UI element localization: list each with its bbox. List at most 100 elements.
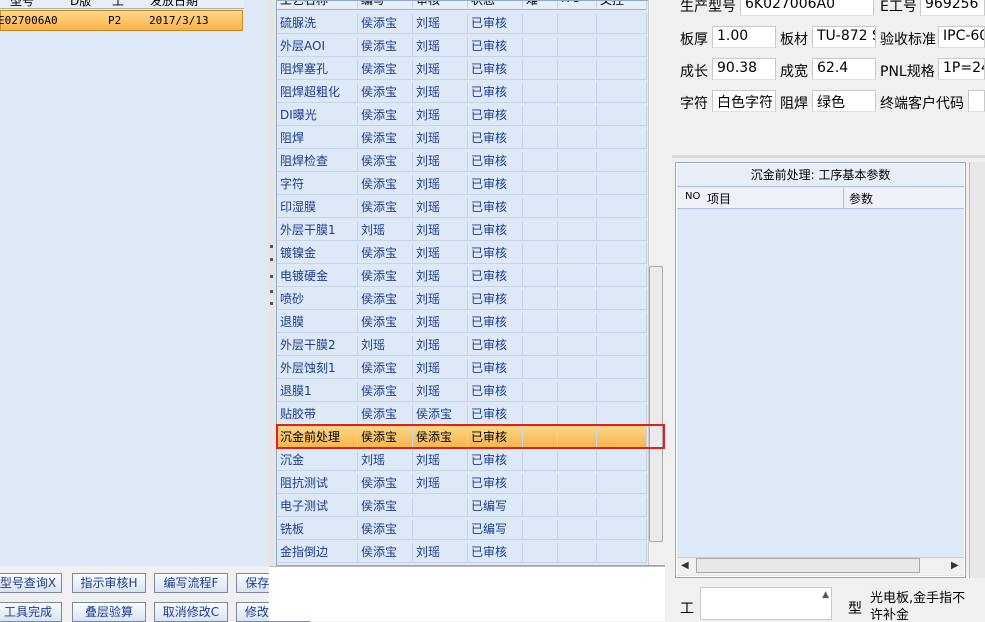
col-status[interactable]: 状态 xyxy=(468,1,523,10)
col-process-name[interactable]: 工艺名称 xyxy=(277,1,358,10)
process-row[interactable]: 阻焊超粗化 侯添宝 刘瑶 已审核 xyxy=(277,79,647,103)
col-model[interactable]: 型号 xyxy=(10,0,34,9)
col-no[interactable]: NO xyxy=(685,191,700,202)
thickness-field[interactable]: 1.00 xyxy=(712,26,776,48)
process-cell-reviewer: 刘瑶 xyxy=(413,313,468,332)
char-field[interactable]: 白色字符 xyxy=(712,90,776,112)
edit-flow-button[interactable]: 编写流程F xyxy=(154,573,228,593)
process-row[interactable]: 外层干膜1 刘瑶 刘瑶 已审核 xyxy=(277,217,647,241)
process-row[interactable]: 退膜 侯添宝 刘瑶 已审核 xyxy=(277,309,647,333)
process-cell-writer: 刘瑶 xyxy=(358,221,413,240)
panel-divider xyxy=(672,155,985,158)
process-row[interactable]: 外层AOI 侯添宝 刘瑶 已审核 xyxy=(277,33,647,57)
scroll-up-icon[interactable]: ▲ xyxy=(822,590,829,600)
process-cell-empty xyxy=(597,198,647,217)
standard-field[interactable]: IPC-60 xyxy=(938,26,985,48)
pnl-field[interactable]: 1P=24 xyxy=(938,58,985,80)
splitter-handle[interactable] xyxy=(268,0,276,566)
process-row[interactable]: 字符 侯添宝 刘瑶 已审核 xyxy=(277,171,647,195)
process-cell-reviewer: 刘瑶 xyxy=(413,83,468,102)
tool-done-button[interactable]: 工具完成 xyxy=(0,602,62,622)
process-cell-empty xyxy=(558,175,597,194)
col-itc[interactable]: ITC xyxy=(558,1,597,10)
mask-field[interactable]: 绿色 xyxy=(812,90,876,112)
process-cell-empty xyxy=(523,152,558,171)
process-row[interactable]: 外层蚀刻1 侯添宝 刘瑶 已审核 xyxy=(277,355,647,379)
process-cell-empty xyxy=(558,336,597,355)
process-row[interactable]: 印湿膜 侯添宝 刘瑶 已审核 xyxy=(277,194,647,218)
customer-field[interactable] xyxy=(968,90,985,112)
process-cell-name: 铣板 xyxy=(277,520,358,539)
process-cell-empty xyxy=(523,60,558,79)
process-row[interactable]: 电子测试 侯添宝 已编写 xyxy=(277,493,647,517)
process-row[interactable]: 镀镍金 侯添宝 刘瑶 已审核 xyxy=(277,240,647,264)
process-row[interactable]: 阻焊 侯添宝 刘瑶 已审核 xyxy=(277,125,647,149)
process-row[interactable]: 退膜1 侯添宝 刘瑶 已审核 xyxy=(277,378,647,402)
stack-check-button[interactable]: 叠层验算 xyxy=(72,602,146,622)
process-cell-empty xyxy=(523,14,558,33)
process-row[interactable]: 外层干膜2 刘瑶 刘瑶 已审核 xyxy=(277,332,647,356)
model-query-button[interactable]: 型号查询X xyxy=(0,573,62,593)
action-button-bar: 型号查询X 指示审核H 编写流程F 保存信息S 工具完成 叠层验算 取消修改C … xyxy=(0,566,310,622)
process-cell-reviewer: 刘瑶 xyxy=(413,543,468,562)
process-cell-empty xyxy=(558,520,597,539)
col-difficulty[interactable]: 难 xyxy=(523,1,558,10)
process-row[interactable]: 沉金 刘瑶 刘瑶 已审核 xyxy=(277,447,647,471)
process-cell-writer: 侯添宝 xyxy=(358,37,413,56)
col-date[interactable]: 发放日期 xyxy=(150,0,198,9)
process-cell-empty xyxy=(597,106,647,125)
process-row[interactable]: 铣板 侯添宝 已编写 xyxy=(277,516,647,540)
process-cell-empty xyxy=(523,221,558,240)
process-cell-name: 外层干膜1 xyxy=(277,221,358,240)
col-work[interactable]: 工 xyxy=(112,0,124,9)
process-cell-empty xyxy=(558,290,597,309)
process-cell-name: 阻抗测试 xyxy=(277,474,358,493)
col-param[interactable]: 参数 xyxy=(849,190,873,207)
notes-textbox[interactable]: ▲ xyxy=(700,587,832,620)
material-field[interactable]: TU-872 S xyxy=(812,26,876,48)
col-writer[interactable]: 编写 xyxy=(358,1,413,10)
process-cell-writer: 侯添宝 xyxy=(358,520,413,539)
date-cell: 2017/3/13 xyxy=(149,14,209,27)
process-row[interactable]: 金指倒边 侯添宝 刘瑶 已审核 xyxy=(277,539,647,563)
process-cell-status: 已审核 xyxy=(468,336,523,355)
show-review-button[interactable]: 指示审核H xyxy=(72,573,146,593)
process-row[interactable]: 贴胶带 侯添宝 侯添宝 已审核 xyxy=(277,401,647,425)
scroll-left-icon[interactable]: ◀ xyxy=(681,560,689,571)
notes-label-a: 工 xyxy=(680,601,694,617)
width-field[interactable]: 62.4 xyxy=(812,58,876,80)
process-cell-status: 已审核 xyxy=(468,106,523,125)
process-cell-name: 电子测试 xyxy=(277,497,358,516)
col-item[interactable]: 项目 xyxy=(707,190,731,207)
process-cell-empty xyxy=(558,14,597,33)
process-cell-writer: 侯添宝 xyxy=(358,14,413,33)
process-cell-reviewer: 刘瑶 xyxy=(413,359,468,378)
process-cell-empty xyxy=(597,152,647,171)
process-row[interactable]: 喷砂 侯添宝 刘瑶 已审核 xyxy=(277,286,647,310)
col-doc-control[interactable]: 文控 xyxy=(597,1,647,10)
process-cell-status: 已审核 xyxy=(468,198,523,217)
process-cell-reviewer: 刘瑶 xyxy=(413,382,468,401)
col-reviewer[interactable]: 审核 xyxy=(413,1,468,10)
model-row-selected[interactable]: E027006A0 P2 2017/3/13 xyxy=(0,10,243,31)
param-scroll-thumb[interactable] xyxy=(696,558,920,573)
process-row[interactable]: 硫脲洗 侯添宝 刘瑶 已审核 xyxy=(277,10,647,34)
process-cell-empty xyxy=(523,175,558,194)
process-row[interactable]: 阻焊检查 侯添宝 刘瑶 已审核 xyxy=(277,148,647,172)
e-number-field[interactable]: 969256 xyxy=(920,0,985,16)
process-cell-status: 已审核 xyxy=(468,175,523,194)
length-field[interactable]: 90.38 xyxy=(712,58,776,80)
process-cell-reviewer: 刘瑶 xyxy=(413,290,468,309)
process-scroll-thumb[interactable] xyxy=(649,266,663,542)
production-model-field[interactable]: 6K027006A0 xyxy=(740,0,874,16)
model-list-panel xyxy=(0,0,269,566)
col-rev[interactable]: D版 xyxy=(70,0,91,9)
process-row[interactable]: DI曝光 侯添宝 刘瑶 已审核 xyxy=(277,102,647,126)
mask-label: 阻焊 xyxy=(780,96,808,112)
process-row[interactable]: 阻焊塞孔 侯添宝 刘瑶 已审核 xyxy=(277,56,647,80)
scroll-right-icon[interactable]: ▶ xyxy=(951,560,959,571)
process-cell-empty xyxy=(597,520,647,539)
cancel-edit-button[interactable]: 取消修改C xyxy=(154,602,228,622)
process-row[interactable]: 阻抗测试 侯添宝 刘瑶 已审核 xyxy=(277,470,647,494)
process-row[interactable]: 电镀硬金 侯添宝 刘瑶 已审核 xyxy=(277,263,647,287)
